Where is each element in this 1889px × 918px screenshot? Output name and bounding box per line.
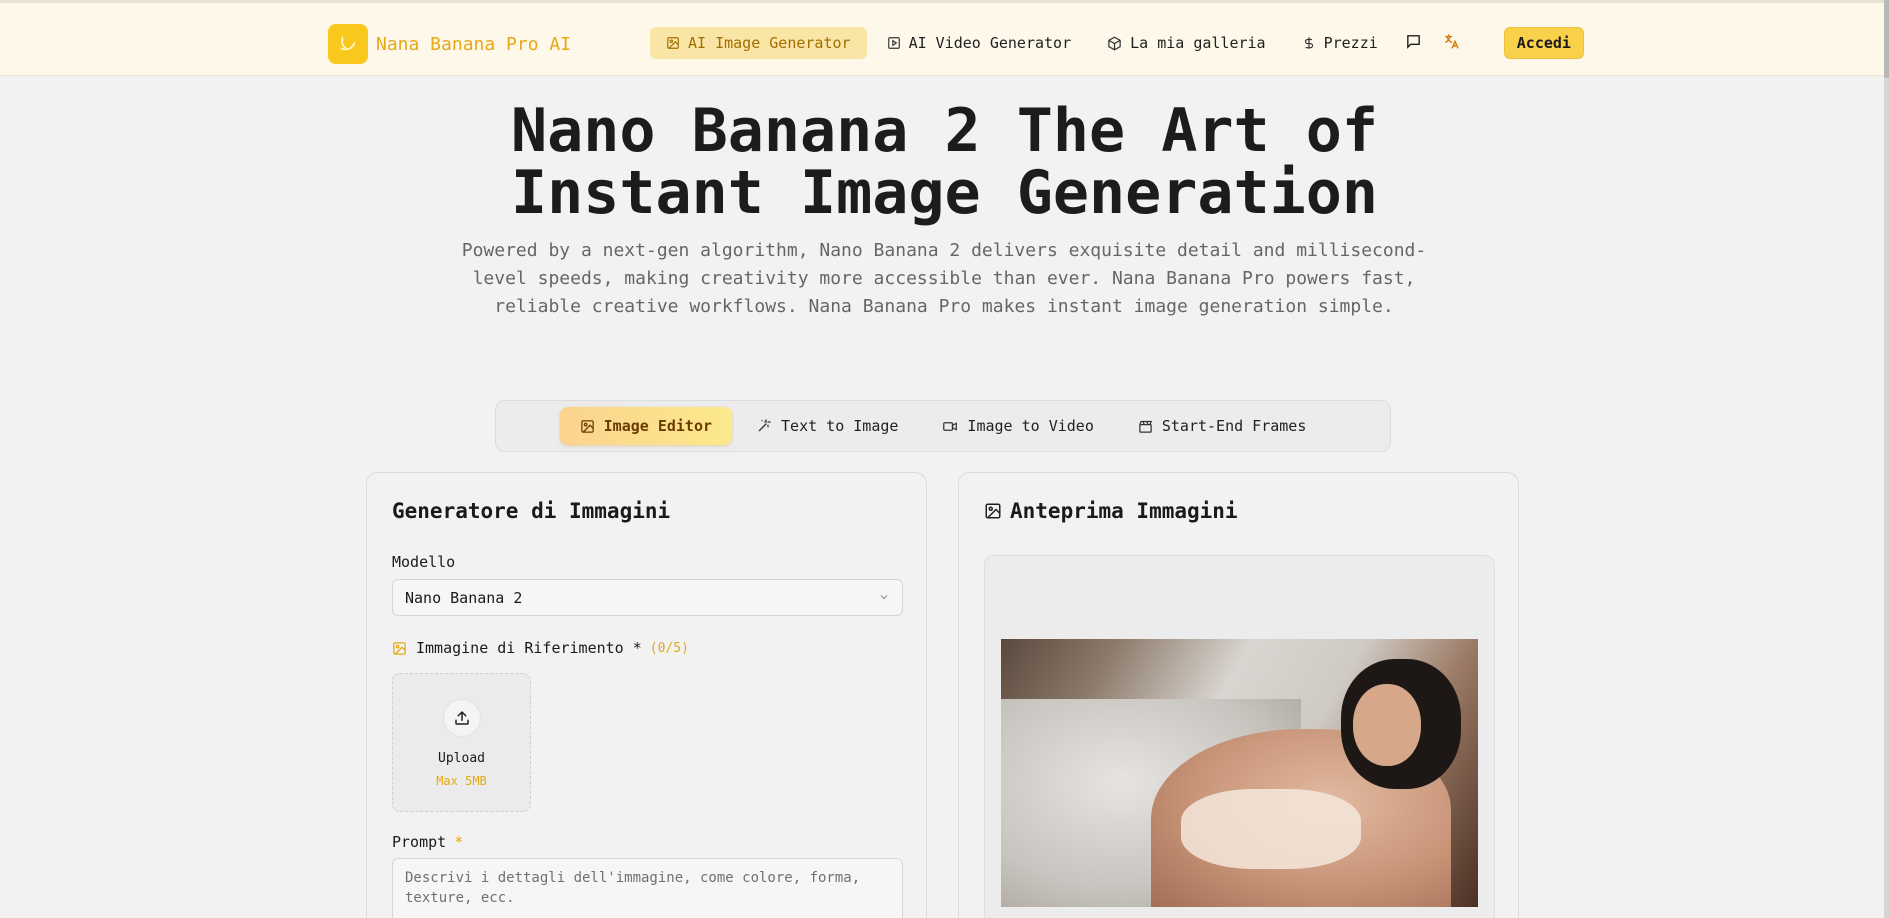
tab-image-editor[interactable]: Image Editor — [559, 407, 733, 445]
page-scrollbar[interactable] — [1884, 0, 1889, 918]
title-line-2: Instant Image Generation — [511, 158, 1378, 228]
upload-dropzone[interactable]: Upload Max 5MB — [392, 673, 531, 812]
prompt-label-text: Prompt — [392, 833, 447, 851]
image-icon — [666, 36, 680, 50]
scrollbar-thumb[interactable] — [1884, 0, 1889, 78]
preview-frame — [984, 555, 1495, 918]
brand-name: Nana Banana Pro AI — [376, 33, 572, 55]
tab-label: Start-End Frames — [1161, 417, 1307, 435]
reference-count: (0/5) — [649, 640, 689, 656]
image-edit-icon — [580, 419, 595, 434]
reference-image-label: Immagine di Riferimento * (0/5) — [392, 639, 689, 657]
preview-title-text: Anteprima Immagini — [1010, 499, 1238, 523]
brand-logo[interactable]: Nana Banana Pro AI — [328, 24, 571, 64]
chat-button[interactable] — [1398, 27, 1430, 59]
page-title: Nano Banana 2 The Art of Instant Image G… — [0, 100, 1889, 224]
generator-title: Generatore di Immagini — [392, 499, 671, 523]
title-line-1: Nano Banana 2 The Art of — [511, 96, 1378, 166]
upload-label: Upload — [438, 751, 485, 766]
model-label: Modello — [392, 553, 456, 571]
prompt-input[interactable] — [392, 858, 903, 918]
hero-subtitle: Powered by a next-gen algorithm, Nano Ba… — [461, 240, 1427, 317]
image-icon — [984, 502, 1002, 520]
language-button[interactable] — [1436, 27, 1468, 59]
required-marker: * — [454, 833, 464, 851]
sparkles-icon — [756, 418, 772, 434]
tab-label: Text to Image — [781, 417, 899, 435]
video-icon — [942, 419, 958, 434]
prompt-label: Prompt * — [392, 833, 463, 851]
tab-image-to-video[interactable]: Image to Video — [922, 407, 1113, 445]
nav-label: AI Video Generator — [908, 34, 1072, 52]
chevron-down-icon — [878, 589, 890, 607]
main-nav: AI Image Generator AI Video Generator La… — [650, 27, 1584, 59]
nav-pricing[interactable]: Prezzi — [1286, 27, 1394, 59]
tab-label: Image to Video — [967, 417, 1094, 435]
nav-label: AI Image Generator — [688, 34, 851, 52]
tab-start-end-frames[interactable]: Start-End Frames — [1118, 407, 1327, 445]
preview-panel: Anteprima Immagini — [958, 472, 1519, 918]
image-icon — [392, 641, 407, 656]
nav-gallery[interactable]: La mia galleria — [1091, 27, 1281, 59]
dollar-icon — [1302, 35, 1316, 51]
model-select[interactable]: Nano Banana 2 — [392, 579, 903, 616]
translate-icon — [1443, 33, 1460, 54]
upload-max-size: Max 5MB — [436, 774, 487, 788]
cube-icon — [1107, 36, 1122, 51]
generator-panel: Generatore di Immagini Modello Nano Bana… — [366, 472, 927, 918]
site-header: Nana Banana Pro AI AI Image Generator AI… — [0, 3, 1884, 76]
tab-label: Image Editor — [603, 417, 713, 435]
nav-ai-video-generator[interactable]: AI Video Generator — [871, 27, 1088, 59]
play-square-icon — [887, 36, 901, 50]
preview-image — [1001, 639, 1478, 907]
nav-label: Prezzi — [1323, 34, 1378, 52]
model-value: Nano Banana 2 — [405, 588, 523, 607]
chat-icon — [1405, 33, 1422, 54]
nav-ai-image-generator[interactable]: AI Image Generator — [650, 27, 867, 59]
clapperboard-icon — [1138, 419, 1153, 434]
banana-icon — [328, 24, 368, 64]
reference-label-text: Immagine di Riferimento * — [416, 639, 642, 657]
upload-icon — [442, 699, 481, 737]
preview-title: Anteprima Immagini — [984, 499, 1238, 523]
tab-text-to-image[interactable]: Text to Image — [736, 407, 918, 445]
login-button[interactable]: Accedi — [1503, 27, 1584, 59]
mode-tabs: Image Editor Text to Image Image to Vide… — [495, 400, 1391, 452]
nav-label: La mia galleria — [1130, 34, 1266, 52]
